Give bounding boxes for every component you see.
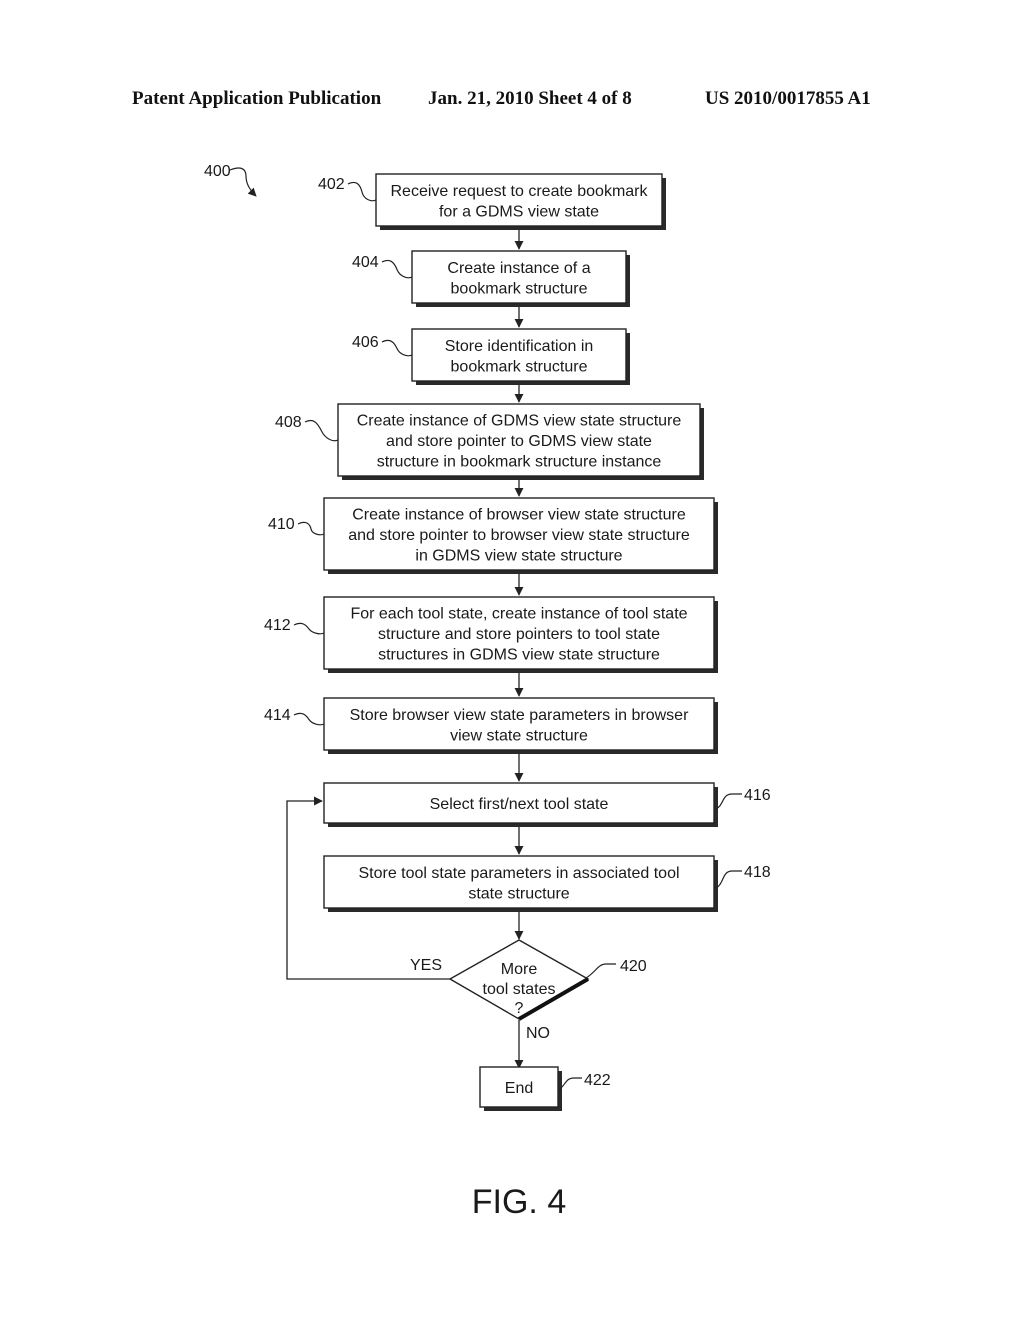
yes-label: YES bbox=[410, 957, 442, 974]
step-404: Create instance of a bookmark structure 40… bbox=[352, 250, 630, 307]
step-ref-leader bbox=[293, 712, 325, 726]
step-ref-label: 414 bbox=[264, 707, 291, 724]
step-408: Create instance of GDMS view state struc… bbox=[275, 403, 704, 480]
figure-ref-400: 400 bbox=[204, 163, 257, 197]
step-402: Receive request to create bookmark for a … bbox=[318, 173, 666, 230]
step-ref-label: 406 bbox=[352, 334, 379, 351]
decision-ref-leader bbox=[585, 963, 616, 979]
step-ref-label: 416 bbox=[744, 787, 771, 804]
step-text-line: Store browser view state parameters in b… bbox=[350, 707, 689, 724]
end-ref-leader bbox=[558, 1077, 582, 1091]
step-text-line: Store identification in bbox=[445, 338, 594, 355]
step-412: For each tool state, create instance of … bbox=[264, 596, 718, 673]
step-text-line: and store pointer to GDMS view state bbox=[386, 433, 652, 450]
step-text-line: view state structure bbox=[450, 727, 588, 744]
step-ref-leader bbox=[715, 870, 742, 889]
figure-ref-label: 400 bbox=[204, 163, 231, 180]
end-422: End 422 bbox=[479, 1066, 611, 1111]
end-label: End bbox=[505, 1080, 533, 1097]
step-text-line: and store pointer to browser view state … bbox=[348, 527, 690, 544]
step-ref-label: 412 bbox=[264, 617, 291, 634]
step-418: Store tool state parameters in associate… bbox=[323, 855, 771, 912]
step-text-line: Select first/next tool state bbox=[430, 796, 609, 813]
step-text-line: structure in bookmark structure instance bbox=[377, 454, 662, 471]
step-ref-leader bbox=[715, 793, 742, 810]
step-ref-leader bbox=[381, 259, 413, 279]
decision-420: More tool states ? 420 YES NO bbox=[410, 939, 647, 1042]
step-ref-leader bbox=[304, 419, 339, 442]
step-406: Store identification in bookmark structur… bbox=[352, 328, 630, 385]
step-text-line: structure and store pointers to tool sta… bbox=[378, 626, 660, 643]
step-text-line: Create instance of GDMS view state struc… bbox=[357, 413, 682, 430]
step-ref-leader bbox=[347, 181, 377, 202]
step-text-line: Store tool state parameters in associate… bbox=[358, 865, 679, 882]
step-ref-label: 408 bbox=[275, 414, 302, 431]
step-text-line: structures in GDMS view state structure bbox=[378, 647, 660, 664]
step-text-line: For each tool state, create instance of … bbox=[350, 606, 687, 623]
step-416: Select first/next tool state 416 bbox=[323, 782, 771, 827]
figure-ref-arrow bbox=[229, 167, 257, 197]
step-ref-label: 404 bbox=[352, 254, 379, 271]
step-ref-leader bbox=[293, 622, 325, 635]
step-text-line: state structure bbox=[468, 885, 569, 902]
step-text-line: bookmark structure bbox=[451, 358, 588, 375]
decision-ref-label: 420 bbox=[620, 958, 647, 975]
step-text-line: Create instance of a bbox=[447, 260, 590, 277]
step-ref-label: 402 bbox=[318, 176, 345, 193]
decision-text-line: tool states bbox=[483, 981, 556, 998]
step-ref-leader bbox=[381, 339, 413, 357]
step-414: Store browser view state parameters in b… bbox=[264, 697, 718, 754]
step-ref-leader bbox=[297, 521, 325, 536]
step-text-line: Create instance of browser view state st… bbox=[352, 507, 686, 524]
decision-text-line: ? bbox=[515, 1000, 524, 1017]
no-label: NO bbox=[526, 1025, 550, 1042]
step-text-line: in GDMS view state structure bbox=[415, 548, 622, 565]
step-ref-label: 410 bbox=[268, 516, 295, 533]
step-text-line: bookmark structure bbox=[451, 280, 588, 297]
step-410: Create instance of browser view state st… bbox=[268, 497, 718, 574]
decision-text-line: More bbox=[501, 961, 538, 978]
figure-label: FIG. 4 bbox=[472, 1183, 566, 1221]
step-text-line: for a GDMS view state bbox=[439, 203, 599, 220]
step-text-line: Receive request to create bookmark bbox=[390, 183, 648, 200]
end-ref-label: 422 bbox=[584, 1072, 611, 1089]
flowchart: 400 Receive request to create bookmark fo… bbox=[204, 163, 771, 1221]
step-ref-label: 418 bbox=[744, 864, 771, 881]
